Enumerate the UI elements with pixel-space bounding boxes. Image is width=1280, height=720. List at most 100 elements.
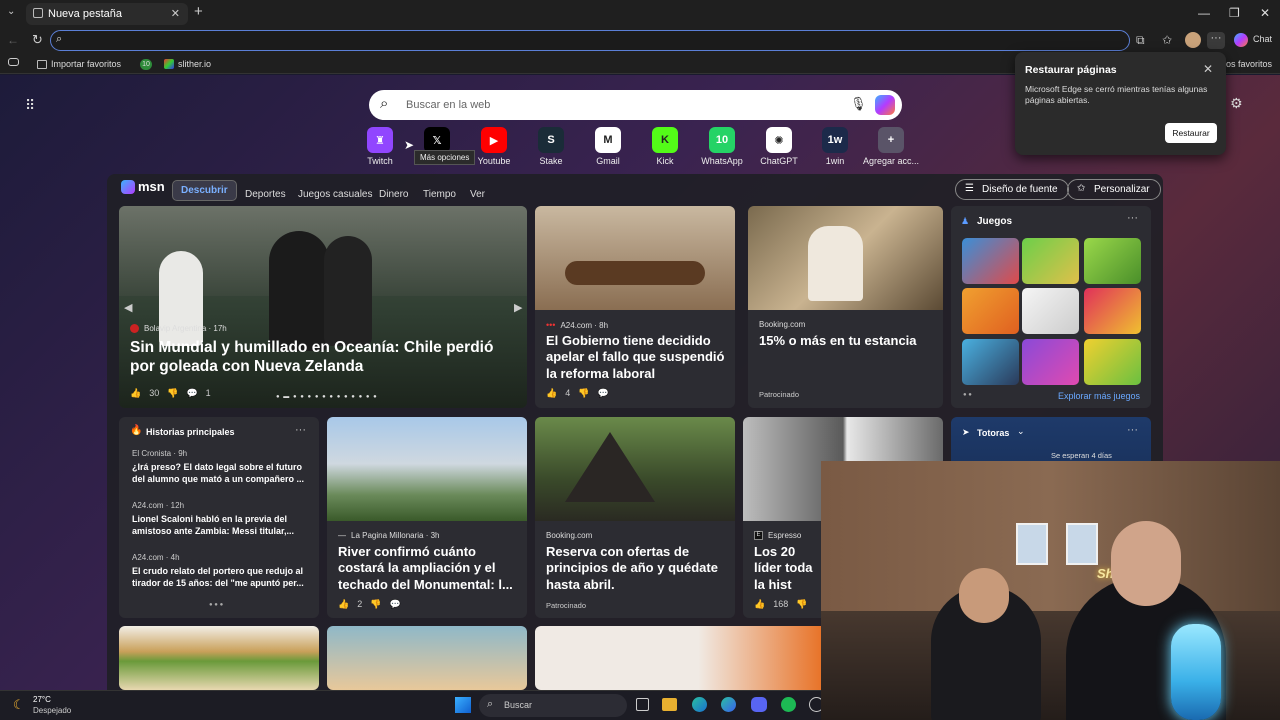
chat-button[interactable]: Chat: [1253, 34, 1272, 44]
game-tile[interactable]: [962, 339, 1019, 385]
news-card-sandwich[interactable]: [119, 626, 319, 690]
windows-start-icon[interactable]: [455, 697, 471, 713]
game-tile[interactable]: [1022, 238, 1079, 284]
gov-title[interactable]: El Gobierno tiene decidido apelar el fal…: [546, 333, 726, 382]
weather-location[interactable]: Totoras: [977, 428, 1009, 438]
game-tile[interactable]: [962, 288, 1019, 334]
comment-icon[interactable]: 💬: [186, 388, 197, 399]
game-tile[interactable]: [1022, 339, 1079, 385]
new-tab-icon[interactable]: +: [194, 3, 203, 20]
ad-card-booking[interactable]: Booking.com 15% o más en tu estancia Pat…: [748, 206, 943, 408]
apps-grid-icon[interactable]: ⠿: [25, 97, 36, 114]
minimize-icon[interactable]: —: [1198, 6, 1210, 20]
like-icon[interactable]: 👍: [754, 599, 765, 610]
more-options-icon[interactable]: ···: [1127, 424, 1138, 436]
tab-list-chevron-icon[interactable]: ⌄: [7, 6, 15, 17]
game-tile[interactable]: [1022, 288, 1079, 334]
copilot-icon[interactable]: [1234, 33, 1248, 47]
like-icon[interactable]: 👍: [130, 388, 141, 399]
top-story-item[interactable]: A24.com · 4h El crudo relato del portero…: [132, 553, 310, 589]
taskbar-condition[interactable]: Despejado: [33, 706, 71, 715]
games-pager-dots[interactable]: ● ●: [963, 392, 972, 398]
like-icon[interactable]: 👍: [338, 599, 349, 610]
edge-beta-icon[interactable]: [721, 697, 736, 712]
news-card-comic[interactable]: [327, 626, 527, 690]
espresso-title[interactable]: Los 20 líder toda la hist: [754, 544, 824, 593]
quick-link-gmail[interactable]: M Gmail: [578, 127, 638, 166]
more-options-icon[interactable]: ···: [1127, 212, 1138, 224]
msn-nav-item[interactable]: Tiempo: [423, 189, 456, 200]
refresh-icon[interactable]: ↻: [32, 32, 43, 48]
msn-nav-item[interactable]: Descubrir: [172, 180, 237, 201]
personalize-button[interactable]: ✩ Personalizar: [1067, 179, 1161, 200]
edge-icon[interactable]: [692, 697, 707, 712]
quick-link-stake[interactable]: S Stake: [521, 127, 581, 166]
msn-nav-item[interactable]: Dinero: [379, 189, 408, 200]
msn-nav-item[interactable]: Deportes: [245, 189, 286, 200]
task-view-icon[interactable]: [636, 698, 649, 711]
tab-actions-icon[interactable]: [8, 58, 19, 66]
news-card-gov[interactable]: ••• A24.com · 8h El Gobierno tiene decid…: [535, 206, 735, 408]
favorite-badge-link[interactable]: 10: [140, 59, 152, 70]
news-card-river[interactable]: — La Pagina Millonaria · 3h River confir…: [327, 417, 527, 618]
quick-link-chatgpt[interactable]: ✺ ChatGPT: [749, 127, 809, 166]
more-options-icon[interactable]: ···: [295, 424, 306, 436]
extensions-icon[interactable]: ⧉: [1136, 33, 1145, 48]
web-search-box[interactable]: ⌕ Buscar en la web 🎙: [369, 90, 902, 120]
quick-link-onewin[interactable]: 1w 1win: [805, 127, 865, 166]
tab-new-tab[interactable]: Nueva pestaña ✕: [26, 3, 188, 25]
hero-title[interactable]: Sin Mundial y humillado en Oceanía: Chil…: [130, 338, 510, 377]
carousel-next-icon[interactable]: ▶: [514, 301, 522, 314]
page-settings-icon[interactable]: ⚙: [1230, 95, 1243, 112]
quick-link-kick[interactable]: K Kick: [635, 127, 695, 166]
dislike-icon[interactable]: 👎: [796, 599, 807, 610]
like-icon[interactable]: 👍: [546, 388, 557, 399]
taskbar-search[interactable]: ⌕ Buscar: [479, 694, 627, 717]
top-story-item[interactable]: El Cronista · 9h ¿Irá preso? El dato leg…: [132, 449, 310, 485]
carousel-dots[interactable]: ● ▬ ● ● ● ● ● ● ● ● ● ● ● ●: [276, 394, 378, 400]
comment-icon[interactable]: 💬: [389, 599, 400, 610]
stories-pager-dots[interactable]: ● ● ●: [209, 602, 223, 608]
slither-link[interactable]: slither.io: [164, 59, 211, 69]
hero-card[interactable]: ◀ ▶ Bolavip Argentina · 17h Sin Mundial …: [119, 206, 527, 408]
msn-nav-item[interactable]: Ver: [470, 189, 485, 200]
quick-link-whatsapp[interactable]: 10 WhatsApp: [692, 127, 752, 166]
quick-link-twitch[interactable]: ♜ Twitch: [350, 127, 410, 166]
spotify-icon[interactable]: [781, 697, 796, 712]
import-favorites-link[interactable]: Importar favoritos: [37, 59, 121, 69]
dislike-icon[interactable]: 👎: [578, 388, 589, 399]
ad-card-booking-2[interactable]: Booking.com Reserva con ofertas de princ…: [535, 417, 735, 618]
profile-avatar[interactable]: [1185, 32, 1201, 48]
quick-link-add[interactable]: + Agregar acc...: [861, 127, 921, 166]
top-story-item[interactable]: A24.com · 12h Lionel Scaloni habló en la…: [132, 501, 310, 537]
back-icon[interactable]: ←: [7, 33, 19, 47]
file-explorer-icon[interactable]: [662, 698, 677, 711]
other-favorites-link[interactable]: os favoritos: [1226, 59, 1272, 69]
explore-games-link[interactable]: Explorar más juegos: [1058, 391, 1140, 401]
close-icon[interactable]: ✕: [1203, 62, 1213, 76]
favorites-icon[interactable]: ✩: [1162, 33, 1172, 47]
booking-title[interactable]: 15% o más en tu estancia: [759, 333, 934, 349]
copilot-search-icon[interactable]: [875, 95, 895, 115]
close-tab-icon[interactable]: ✕: [171, 7, 180, 20]
river-title[interactable]: River confirmó cuánto costará la ampliac…: [338, 544, 518, 593]
game-tile[interactable]: [1084, 288, 1141, 334]
dislike-icon[interactable]: 👎: [370, 599, 381, 610]
comment-icon[interactable]: 💬: [597, 388, 608, 399]
address-bar[interactable]: ⌕: [50, 30, 1130, 51]
carousel-prev-icon[interactable]: ◀: [124, 301, 132, 314]
settings-more-icon[interactable]: ···: [1207, 32, 1225, 49]
feed-design-button[interactable]: ☰ Diseño de fuente: [955, 179, 1069, 200]
chevron-down-icon[interactable]: ⌄: [1017, 426, 1025, 437]
restore-button[interactable]: Restaurar: [1165, 123, 1217, 143]
msn-nav-item[interactable]: Juegos casuales: [298, 189, 373, 200]
booking2-title[interactable]: Reserva con ofertas de principios de año…: [546, 544, 726, 593]
close-window-icon[interactable]: ✕: [1260, 6, 1270, 20]
restore-icon[interactable]: ❐: [1229, 6, 1240, 20]
game-tile[interactable]: [1084, 339, 1141, 385]
discord-icon[interactable]: [751, 697, 767, 712]
taskbar-temp[interactable]: 27°C: [33, 695, 51, 704]
game-tile[interactable]: [962, 238, 1019, 284]
msn-logo[interactable]: msn: [121, 179, 165, 194]
dislike-icon[interactable]: 👎: [167, 388, 178, 399]
